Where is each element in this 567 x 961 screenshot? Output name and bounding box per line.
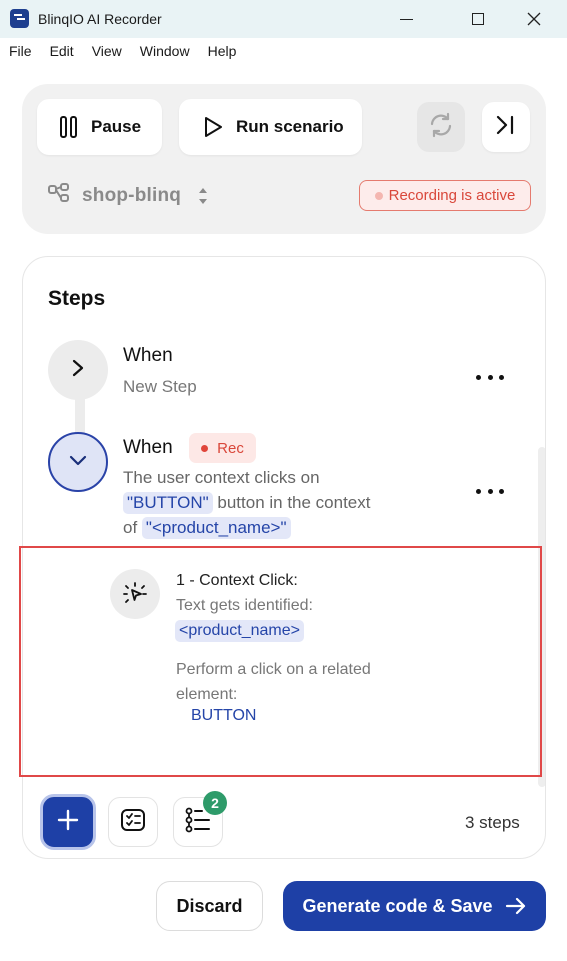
pause-icon bbox=[60, 116, 78, 138]
run-scenario-button[interactable]: Run scenario bbox=[179, 99, 362, 155]
plus-icon bbox=[57, 809, 79, 836]
rec-badge-label: Rec bbox=[217, 439, 244, 457]
recording-status-label: Recording is active bbox=[388, 187, 516, 204]
menu-view[interactable]: View bbox=[83, 38, 131, 64]
skip-to-end-icon bbox=[495, 114, 517, 141]
run-scenario-label: Run scenario bbox=[236, 117, 344, 136]
steps-toolbar: 2 3 steps bbox=[23, 777, 545, 858]
checklist-icon bbox=[120, 808, 146, 837]
generate-code-save-button[interactable]: Generate code & Save bbox=[283, 881, 546, 931]
pause-label: Pause bbox=[91, 117, 142, 136]
rec-dot-icon bbox=[201, 444, 209, 452]
step-desc-text: button in the context bbox=[212, 493, 371, 512]
close-icon[interactable] bbox=[511, 0, 557, 38]
action-text: Perform a click on a related element: bbox=[176, 661, 371, 703]
step-keyword: When bbox=[123, 437, 173, 458]
skip-to-end-button[interactable] bbox=[482, 102, 530, 152]
action-target: BUTTON bbox=[191, 707, 257, 724]
add-step-button[interactable] bbox=[40, 794, 96, 850]
step-keyword: When bbox=[123, 345, 173, 366]
more-options-icon[interactable] bbox=[476, 367, 504, 387]
more-options-icon[interactable] bbox=[476, 481, 504, 501]
step-expand-toggle[interactable] bbox=[48, 340, 108, 400]
menu-edit[interactable]: Edit bbox=[41, 38, 83, 64]
generate-label: Generate code & Save bbox=[302, 895, 493, 916]
play-icon bbox=[203, 116, 223, 138]
step-collapse-toggle[interactable] bbox=[48, 432, 108, 492]
context-click-icon bbox=[110, 569, 160, 619]
refresh-button[interactable] bbox=[417, 102, 465, 152]
steps-panel: Steps When New Step When Rec The user co… bbox=[22, 256, 546, 859]
menu-file[interactable]: File bbox=[0, 38, 41, 64]
checklist-button[interactable] bbox=[108, 797, 158, 847]
chevron-right-icon bbox=[71, 359, 85, 382]
param-tag: <product_name> bbox=[175, 620, 304, 642]
action-text: Text gets identified: bbox=[176, 597, 313, 614]
control-panel: Pause Run scenario shop-blinq Recording … bbox=[22, 84, 546, 234]
chevron-down-icon bbox=[69, 453, 87, 471]
app-logo-icon bbox=[10, 9, 29, 28]
action-detail-card: 1 - Context Click: Text gets identified:… bbox=[23, 547, 543, 775]
maximize-icon[interactable] bbox=[455, 0, 501, 38]
param-tag: "BUTTON" bbox=[123, 492, 213, 514]
menu-window[interactable]: Window bbox=[131, 38, 199, 64]
refresh-icon bbox=[428, 112, 454, 143]
steps-count: 3 steps bbox=[465, 813, 520, 832]
discard-button[interactable]: Discard bbox=[156, 881, 263, 931]
step-desc-text: The user context clicks on bbox=[123, 468, 320, 487]
arrow-right-icon bbox=[505, 897, 527, 915]
project-selector[interactable]: shop-blinq bbox=[48, 183, 209, 208]
window-title: BlinqIO AI Recorder bbox=[38, 11, 162, 27]
project-name: shop-blinq bbox=[82, 184, 182, 206]
param-tag: "<product_name>" bbox=[141, 517, 291, 539]
action-title: 1 - Context Click: bbox=[176, 572, 298, 589]
minimize-icon[interactable] bbox=[383, 0, 429, 38]
pause-button[interactable]: Pause bbox=[37, 99, 162, 155]
sort-caret-icon bbox=[197, 185, 209, 207]
project-branch-icon bbox=[48, 183, 70, 208]
rec-badge: Rec bbox=[189, 433, 256, 463]
title-bar: BlinqIO AI Recorder bbox=[0, 0, 567, 38]
recording-dot-icon bbox=[374, 191, 383, 200]
menu-bar: File Edit View Window Help bbox=[0, 38, 567, 64]
menu-help[interactable]: Help bbox=[199, 38, 246, 64]
step-description[interactable]: The user context clicks on "BUTTON" butt… bbox=[123, 465, 413, 540]
step-desc-text: of bbox=[123, 518, 142, 537]
recording-status-badge: Recording is active bbox=[359, 180, 531, 211]
step-text[interactable]: New Step bbox=[123, 377, 197, 397]
steps-title: Steps bbox=[48, 287, 106, 310]
notification-count-badge: 2 bbox=[203, 791, 227, 815]
